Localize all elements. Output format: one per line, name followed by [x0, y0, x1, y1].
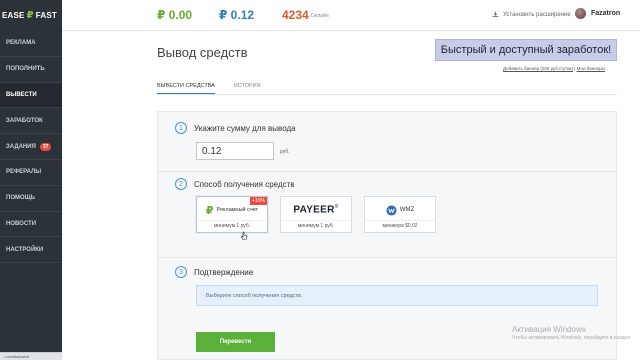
mouse-cursor-icon: [241, 231, 248, 240]
step-number: 2: [175, 178, 187, 190]
main-content: Вывод средств Быстрый и доступный зарабо…: [62, 31, 640, 360]
sidebar-item-label: Помощь: [6, 195, 36, 202]
method-name: WMZ: [399, 207, 415, 213]
amount-input[interactable]: [196, 142, 274, 160]
method-payeer[interactable]: PAYEER® минимум 1 руб.: [280, 196, 352, 233]
confirm-info-message: Выберите способ получения средств.: [196, 285, 598, 306]
ruble-icon: ₽: [205, 204, 214, 217]
sidebar-item-label: Заработок: [6, 117, 43, 124]
main-balance[interactable]: ₽ 0.00: [157, 8, 192, 22]
payment-methods: +10% ₽ Рекламный счет минимум 1 руб. PAY…: [196, 196, 436, 240]
method-logo: ₽ Рекламный счет: [197, 203, 267, 217]
online-counter: 4234 Онлайн: [282, 8, 329, 22]
logo-ruble-icon: ₽: [26, 10, 34, 21]
sidebar-item-label: Новости: [6, 220, 37, 227]
method-minimum: минимум 1 руб.: [281, 220, 351, 229]
method-ad-account[interactable]: +10% ₽ Рекламный счет минимум 1 руб.: [196, 196, 268, 240]
method-logo: WMZ: [365, 203, 435, 217]
step-confirm: 3 Подтверждение Выберите способ получени…: [158, 258, 616, 360]
ad-balance[interactable]: ₽ 0.12: [219, 8, 254, 22]
payeer-logo: PAYEER®: [293, 204, 338, 215]
sidebar-item-tasks[interactable]: Задания 37: [0, 134, 62, 160]
tabs-divider: [157, 94, 617, 95]
withdraw-form: 1 Укажите сумму для вывода руб. 2 Способ…: [157, 111, 617, 360]
trademark-symbol: ®: [334, 204, 339, 211]
submit-transfer-button[interactable]: Перевести: [196, 332, 275, 352]
sidebar-item-label: Вывести: [6, 91, 37, 98]
sidebar-item-news[interactable]: Новости: [0, 212, 62, 238]
sidebar-item-referrals[interactable]: Рефералы: [0, 160, 62, 186]
sidebar-item-label: Пополнить: [6, 66, 45, 73]
add-banner-link[interactable]: Добавить баннер (200 руб./сутки): [503, 66, 573, 71]
method-minimum: минимум 1 руб.: [197, 220, 267, 229]
sidebar: Реклама Пополнить Вывести Заработок Зада…: [0, 31, 62, 360]
logo-left-text: EASE: [2, 11, 25, 20]
online-count: 4234: [282, 8, 309, 22]
step-amount: 1 Укажите сумму для вывода руб.: [158, 112, 616, 172]
online-label: Онлайн: [310, 12, 329, 19]
banner-links: Добавить баннер (200 руб./сутки) | Мои б…: [503, 66, 605, 71]
sidebar-item-help[interactable]: Помощь: [0, 186, 62, 212]
step-title: Укажите сумму для вывода: [194, 123, 296, 133]
sidebar-item-withdraw[interactable]: Вывести: [0, 82, 62, 109]
method-minimum: минимум $0.02: [365, 220, 435, 229]
sidebar-item-deposit[interactable]: Пополнить: [0, 57, 62, 83]
sidebar-item-earnings[interactable]: Заработок: [0, 108, 62, 135]
windows-activation-watermark: Активация Windows Чтобы активировать Win…: [512, 325, 630, 342]
install-extension-link[interactable]: Установить расширение: [492, 11, 571, 18]
install-extension-label: Установить расширение: [503, 11, 571, 18]
method-name: Рекламный счет: [216, 207, 259, 213]
my-banners-link[interactable]: Мои баннеры: [577, 66, 605, 71]
step-header: 2 Способ получения средств: [175, 178, 295, 190]
step-number: 1: [175, 122, 187, 134]
browser-status-url: ...ru/withdraw/#: [0, 352, 66, 360]
download-icon: [492, 11, 499, 18]
logo-right-text: FAST: [35, 11, 58, 20]
webmoney-globe-icon: [386, 204, 397, 216]
sidebar-item-label: Рефералы: [6, 169, 42, 176]
step-title: Подтверждение: [194, 267, 254, 277]
method-name: PAYEER: [293, 204, 335, 216]
username: Fazatron: [591, 10, 621, 17]
ad-banner[interactable]: Быстрый и доступный заработок!: [435, 39, 617, 61]
top-bar: EASE ₽ FAST ₽ 0.00 ₽ 0.12 4234 Онлайн Уст…: [0, 0, 640, 31]
site-logo[interactable]: EASE ₽ FAST: [0, 0, 62, 31]
sidebar-item-settings[interactable]: Настройки: [0, 237, 62, 264]
sidebar-item-label: Настройки: [6, 246, 44, 253]
watermark-title: Активация Windows: [512, 325, 586, 334]
step-header: 1 Укажите сумму для вывода: [175, 122, 296, 134]
step-header: 3 Подтверждение: [175, 266, 253, 278]
sidebar-item-label: Задания: [6, 143, 36, 150]
method-wmz[interactable]: WMZ минимум $0.02: [364, 196, 436, 233]
amount-unit: руб.: [280, 149, 290, 155]
page-title: Вывод средств: [157, 45, 248, 60]
user-menu[interactable]: Fazatron: [575, 8, 620, 19]
avatar: [575, 8, 586, 19]
step-number: 3: [175, 266, 187, 278]
tasks-count-badge: 37: [39, 142, 52, 151]
sidebar-item-label: Реклама: [6, 40, 36, 47]
method-logo: PAYEER®: [281, 203, 351, 217]
sidebar-item-ads[interactable]: Реклама: [0, 31, 62, 57]
watermark-subtitle: Чтобы активировать Windows, перейдите в …: [512, 335, 631, 341]
step-method: 2 Способ получения средств +10% ₽ Реклам…: [158, 172, 616, 258]
step-title: Способ получения средств: [194, 179, 295, 189]
